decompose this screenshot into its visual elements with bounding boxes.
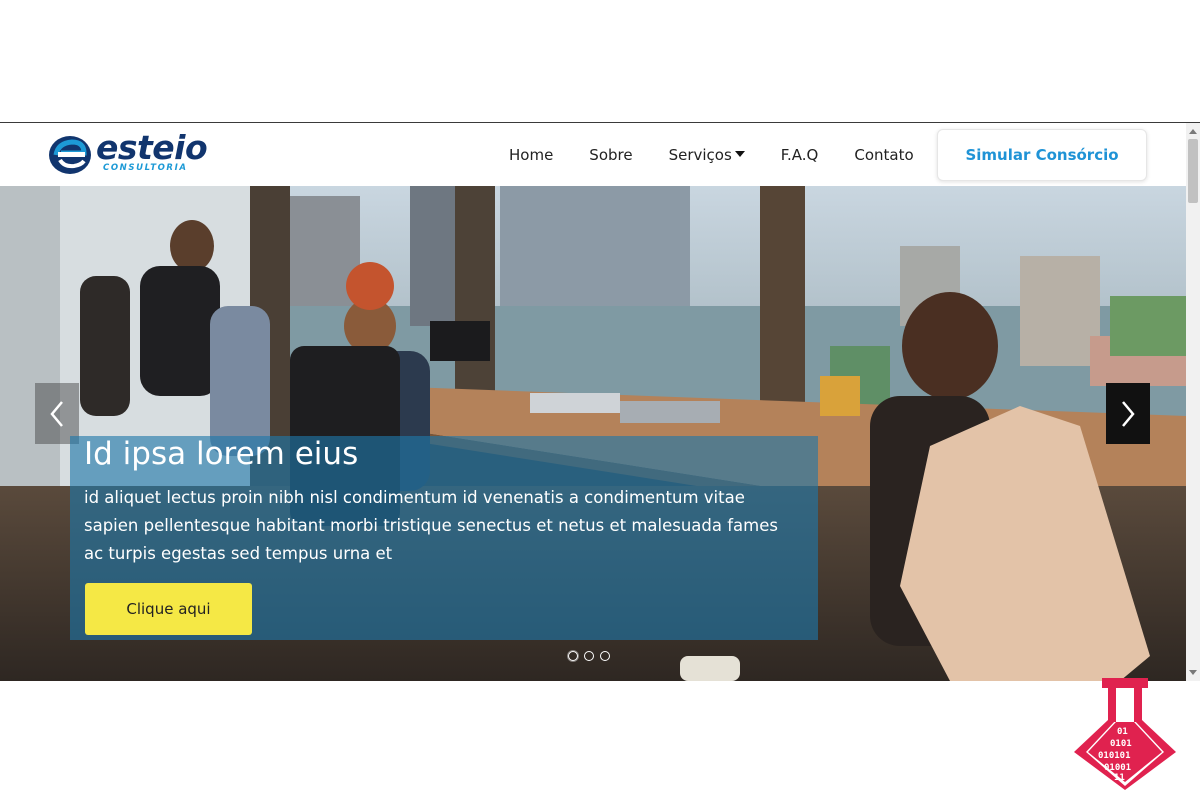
svg-text:01001: 01001 (1104, 763, 1131, 773)
slide-title: Id ipsa lorem eius (84, 436, 359, 472)
logo-wordmark: esteio (96, 128, 208, 167)
nav-label: F.A.Q (780, 145, 819, 164)
logo-e-icon (49, 136, 91, 174)
site-header: esteio CONSULTORIA Home Sobre Serviços F… (0, 123, 1186, 186)
scroll-up-icon[interactable] (1189, 129, 1197, 134)
nav-item-sobre[interactable]: Sobre (589, 146, 632, 164)
slide-caption: Id ipsa lorem eius id aliquet lectus pro… (70, 436, 818, 640)
flask-binary-icon: 1 0 01 0101 010101 01001 11 (1074, 678, 1176, 790)
carousel-prev-button[interactable] (35, 383, 79, 444)
chevron-left-icon (50, 400, 63, 427)
scroll-down-icon[interactable] (1189, 670, 1197, 675)
chevron-right-icon (1122, 400, 1135, 427)
nav-item-servicos[interactable]: Serviços (669, 146, 745, 164)
vertical-scrollbar[interactable] (1186, 123, 1200, 681)
logo[interactable]: esteio CONSULTORIA (48, 128, 208, 181)
carousel-dot-3[interactable] (600, 651, 610, 661)
scroll-thumb[interactable] (1188, 139, 1198, 203)
logo-subtitle: CONSULTORIA (103, 163, 188, 173)
slide-text: id aliquet lectus proin nibh nisl condim… (84, 488, 778, 563)
carousel-dot-1[interactable] (568, 651, 578, 661)
nav-item-faq[interactable]: F.A.Q (781, 146, 819, 164)
svg-text:01: 01 (1117, 727, 1128, 737)
clique-aqui-button[interactable]: Clique aqui (85, 583, 252, 635)
svg-text:11: 11 (1114, 773, 1125, 783)
nav-label: Sobre (589, 145, 633, 164)
nav-label: Home (509, 145, 554, 164)
simular-consorcio-button[interactable]: Simular Consórcio (937, 129, 1147, 181)
svg-text:010101: 010101 (1098, 751, 1131, 761)
nav-label: Serviços (668, 145, 732, 164)
svg-text:0101: 0101 (1110, 739, 1132, 749)
nav-item-home[interactable]: Home (509, 146, 553, 164)
carousel-next-button[interactable] (1106, 383, 1150, 444)
carousel-dot-2[interactable] (584, 651, 594, 661)
hero-carousel: Id ipsa lorem eius id aliquet lectus pro… (0, 186, 1186, 681)
caret-down-icon (734, 150, 745, 157)
main-nav: Home Sobre Serviços F.A.Q Contato (490, 123, 950, 186)
carousel-indicators (568, 651, 616, 661)
svg-text:0: 0 (1121, 705, 1126, 715)
nav-label: Contato (854, 145, 914, 164)
svg-text:1: 1 (1121, 693, 1126, 703)
nav-item-contato[interactable]: Contato (854, 146, 913, 164)
browser-viewport: esteio CONSULTORIA Home Sobre Serviços F… (0, 122, 1200, 681)
